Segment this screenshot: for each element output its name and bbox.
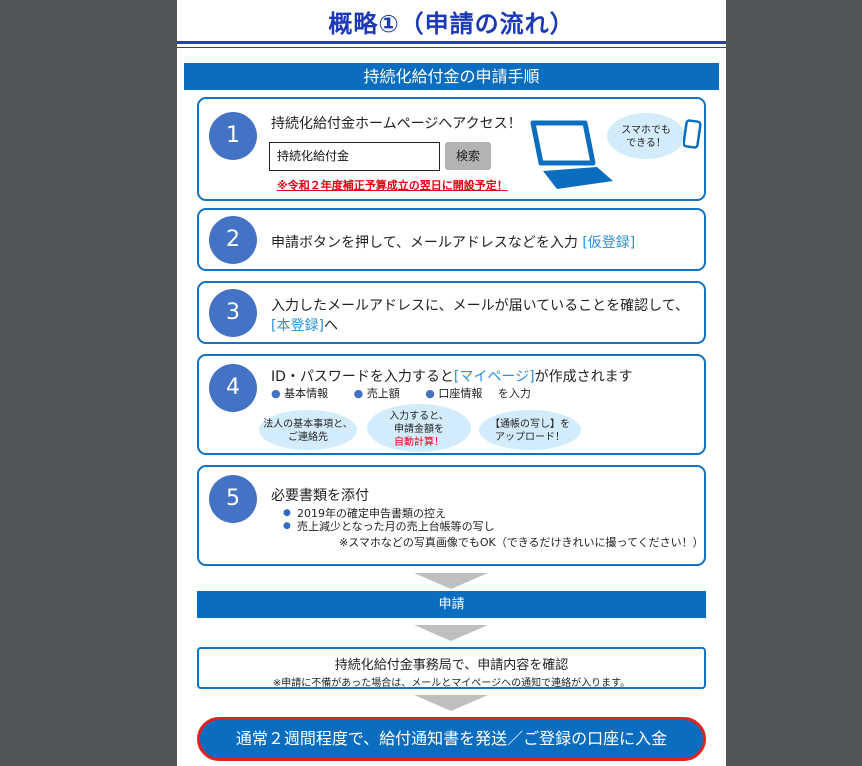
down-arrow [414, 625, 488, 641]
down-arrow [414, 573, 488, 589]
step-number: 4 [209, 364, 257, 412]
list-item: 2019年の確定申告書類の控え [283, 507, 495, 520]
phone-speech-bubble: スマホでも できる！ [607, 113, 685, 159]
cloud-line: 【通帳の写し】を [490, 419, 570, 430]
cloud-basic-info: 法人の基本事項と、 ご連絡先 [259, 410, 357, 450]
step-text-line1: 入力したメールアドレスに、メールが届いていることを確認して、 [271, 298, 690, 314]
cloud-line: 法人の基本事項と、 [263, 419, 353, 430]
laptop-icon [530, 120, 613, 189]
launch-note: ※令和２年度補正予算成立の翌日に開設予定！ [277, 179, 508, 192]
bubble-line: できる！ [626, 138, 666, 149]
step-number: 5 [209, 475, 257, 523]
input-item-suffix: を入力 [497, 387, 531, 400]
confirmation-sub-text: ※申請に不備があった場合は、メールとマイページへの通知で連絡が入ります。 [272, 678, 631, 689]
cloud-account: 【通帳の写し】を アップロード！ [479, 410, 581, 450]
section-banner: 持続化給付金の申請手順 [184, 63, 719, 90]
input-items-row: ● 基本情報 ● 売上額 ● 口座情報 を入力 [271, 385, 531, 401]
step-text: ID・パスワードを入力すると[マイページ]が作成されます [271, 366, 633, 386]
step-text-suffix: が作成されます [534, 369, 633, 385]
step-text: 必要書類を添付 [271, 488, 369, 504]
payment-banner: 通常２週間程度で、給付通知書を発送／ご登録の口座に入金 [197, 717, 706, 761]
search-input[interactable]: 持続化給付金 [269, 142, 440, 171]
photo-note: ※スマホなどの写真画像でもOK（できるだけきれいに撮ってください！） [339, 536, 704, 549]
bullet-dot: ● [425, 387, 435, 400]
step-number: 3 [209, 289, 257, 337]
page-title: 概略①（申請の流れ） [328, 10, 575, 38]
input-item: 口座情報 [438, 387, 483, 400]
step-text-line2: [本登録]へ [271, 315, 338, 335]
smartphone-icon [683, 119, 702, 149]
bullet-dot: ● [353, 387, 364, 400]
step-5: 5 必要書類を添付 2019年の確定申告書類の控え 売上減少となった月の売上台帳… [197, 465, 706, 566]
title-rule-thin [177, 47, 726, 48]
step-4: 4 ID・パスワードを入力すると[マイページ]が作成されます ● 基本情報 ● … [197, 354, 706, 455]
main-registration-link[interactable]: [本登録] [271, 318, 324, 334]
mypage-link[interactable]: [マイページ] [454, 369, 535, 385]
bullet-dot: ● [271, 387, 281, 400]
step-text: 申請ボタンを押して、メールアドレスなどを入力 [仮登録] [271, 232, 635, 252]
confirmation-main-text: 持続化給付金事務局で、申請内容を確認 [334, 658, 569, 673]
provisional-registration-link[interactable]: [仮登録] [582, 235, 635, 251]
cloud-line: 申請金額を [394, 424, 444, 435]
cloud-line: 入力すると、 [389, 411, 449, 422]
bubble-line: スマホでも [621, 125, 671, 136]
step-text-suffix: へ [323, 318, 338, 334]
input-item: 売上額 [366, 387, 400, 400]
step-text-main: 申請ボタンを押して、メールアドレスなどを入力 [271, 235, 583, 251]
input-item: 基本情報 [284, 387, 329, 400]
confirmation-box: 持続化給付金事務局で、申請内容を確認 ※申請に不備があった場合は、メールとマイペ… [197, 647, 706, 689]
search-button[interactable]: 検索 [445, 142, 491, 170]
step-text: 持続化給付金ホームページへアクセス！ [271, 116, 522, 132]
step-3: 3 入力したメールアドレスに、メールが届いていることを確認して、 [本登録]へ [197, 281, 706, 344]
cloud-line: ご連絡先 [288, 432, 328, 443]
step-number: 2 [209, 216, 257, 264]
title-rule-thick [177, 41, 726, 44]
list-item: 売上減少となった月の売上台帳等の写し [283, 520, 495, 533]
down-arrow [414, 695, 488, 711]
cloud-sales: 入力すると、 申請金額を 自動計算！ [367, 404, 471, 452]
cloud-line: アップロード！ [495, 432, 565, 443]
step-text-prefix: ID・パスワードを入力すると [271, 369, 454, 385]
apply-bar: 申請 [197, 591, 706, 618]
cloud-line-highlight: 自動計算！ [394, 437, 444, 448]
step-1: 1 持続化給付金ホームページへアクセス！ 持続化給付金 検索 ※令和２年度補正予… [197, 97, 706, 201]
document-page: 概略①（申請の流れ） 持続化給付金の申請手順 1 持続化給付金ホームページへアク… [177, 0, 726, 766]
step-2: 2 申請ボタンを押して、メールアドレスなどを入力 [仮登録] [197, 208, 706, 271]
required-documents-list: 2019年の確定申告書類の控え 売上減少となった月の売上台帳等の写し [283, 507, 495, 533]
step-number: 1 [209, 112, 257, 160]
